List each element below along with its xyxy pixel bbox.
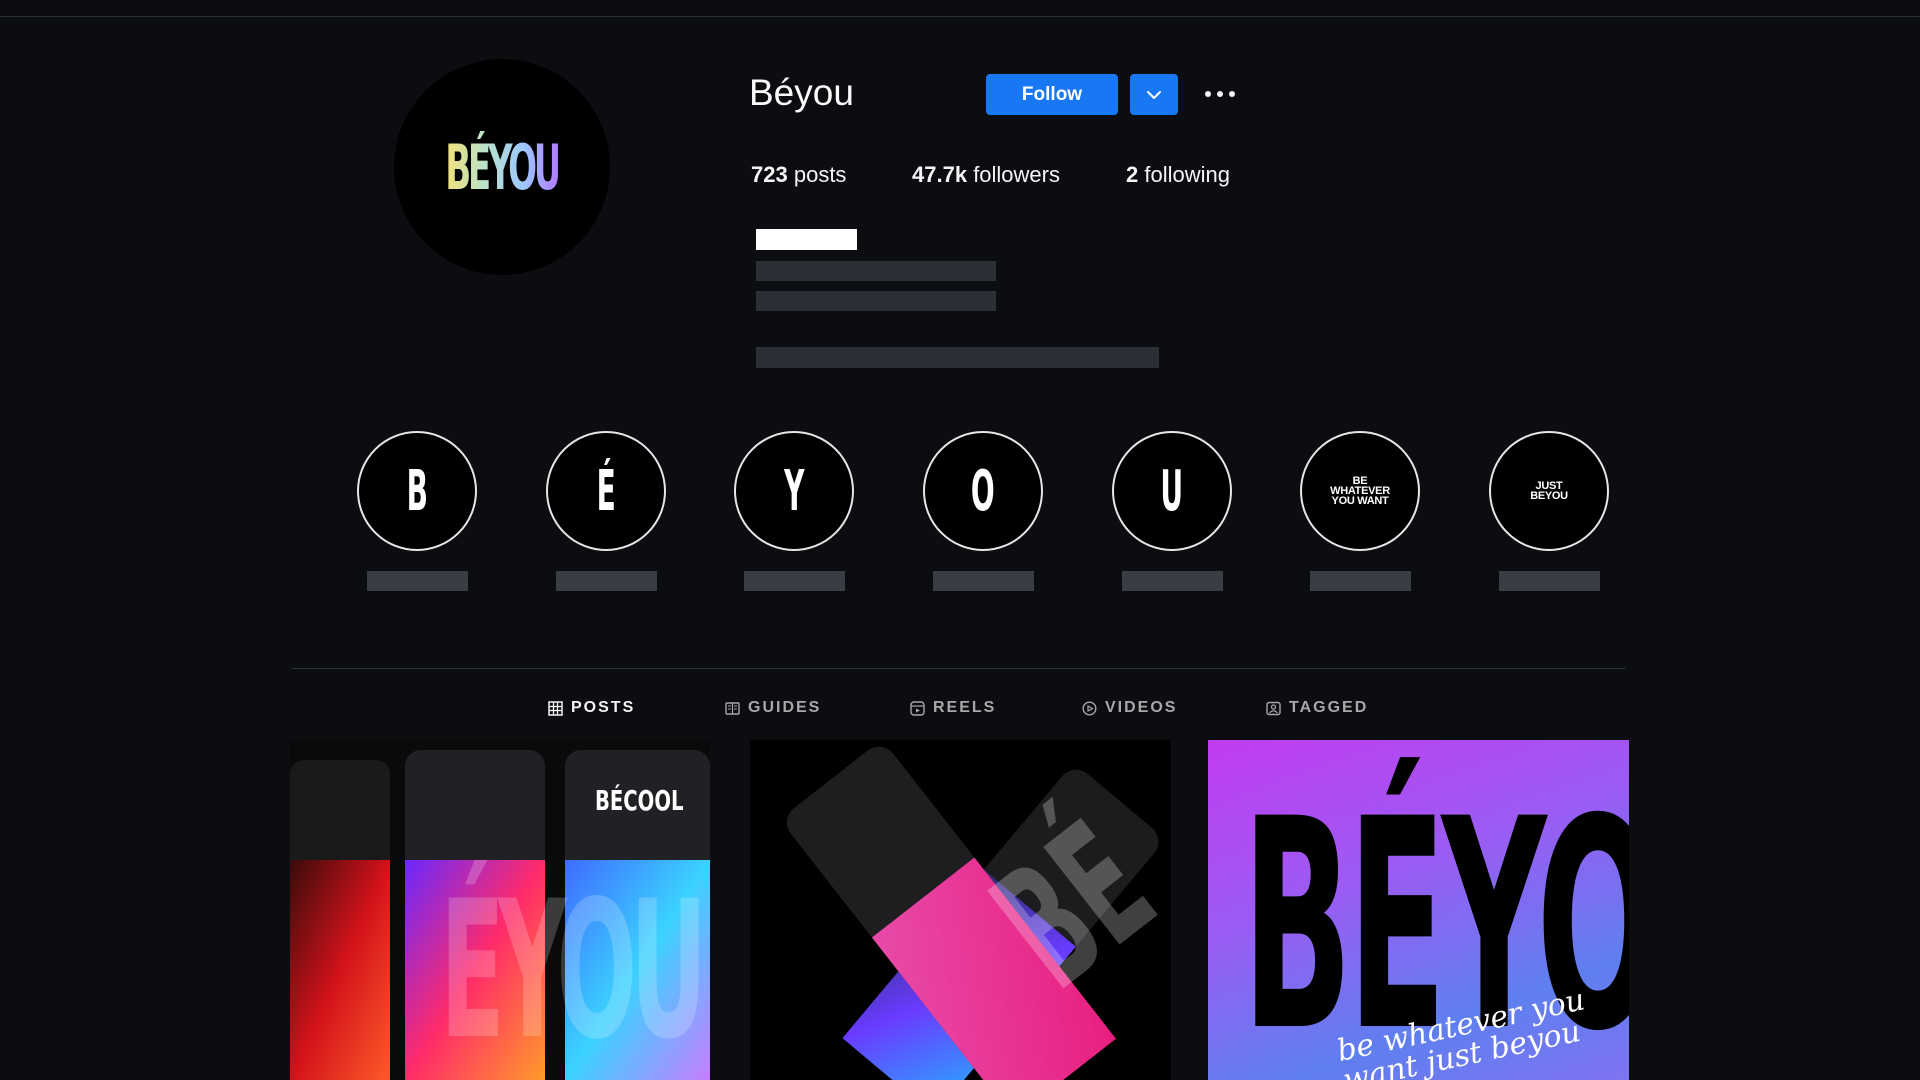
profile-username: Béyou <box>749 72 854 113</box>
highlight-glyph: B <box>406 458 428 524</box>
posts-label: posts <box>793 162 847 187</box>
story-highlight[interactable]: U <box>1112 431 1232 551</box>
tabs-divider <box>292 668 1626 669</box>
posts-count: 723 <box>751 162 788 187</box>
post-thumbnail[interactable]: BÉCOOL ÉYOU <box>290 740 710 1080</box>
stat-followers[interactable]: 47.7k followers <box>912 162 1060 188</box>
tab-label: REELS <box>933 699 997 716</box>
tab-reels[interactable]: REELS <box>910 697 996 719</box>
story-highlight[interactable]: É <box>546 431 666 551</box>
redacted-highlight-label <box>367 571 468 591</box>
suggested-dropdown-button[interactable] <box>1130 74 1178 115</box>
tab-guides[interactable]: GUIDES <box>725 697 821 719</box>
following-count: 2 <box>1126 162 1139 187</box>
more-options-button[interactable] <box>1197 78 1243 110</box>
redacted-bio-line <box>756 261 996 281</box>
tab-videos[interactable]: VIDEOS <box>1082 697 1177 719</box>
more-dots-icon <box>1205 91 1235 97</box>
redacted-bio-line <box>756 291 996 311</box>
post-thumbnail[interactable]: BÉYOU be whatever you want just beyou <box>1208 740 1629 1080</box>
profile-avatar[interactable]: BÉYOU <box>394 59 610 275</box>
following-label: following <box>1144 162 1230 187</box>
guides-icon <box>725 701 740 715</box>
highlight-glyph: BE WHATEVER YOU WANT <box>1330 475 1390 507</box>
redacted-highlight-label <box>556 571 657 591</box>
redacted-highlight-label <box>1310 571 1411 591</box>
story-highlight[interactable]: JUST BEYOU <box>1489 431 1609 551</box>
redacted-highlight-label <box>1122 571 1223 591</box>
post-big-text: ÉYOU <box>440 860 707 1080</box>
redacted-highlight-label <box>933 571 1034 591</box>
tab-label: GUIDES <box>748 699 822 716</box>
redacted-bio-link <box>756 347 1159 368</box>
post-thumbnail[interactable]: BÉ <box>750 740 1171 1080</box>
story-highlight[interactable]: Y <box>734 431 854 551</box>
tab-label: VIDEOS <box>1105 699 1178 716</box>
story-highlight[interactable]: BE WHATEVER YOU WANT <box>1300 431 1420 551</box>
redacted-highlight-label <box>744 571 845 591</box>
play-icon <box>1082 700 1097 716</box>
highlight-glyph: Y <box>783 458 805 524</box>
chevron-down-icon <box>1147 90 1161 99</box>
highlight-glyph: É <box>596 458 616 524</box>
highlight-glyph: JUST BEYOU <box>1530 480 1568 502</box>
grid-icon <box>548 700 563 716</box>
reels-icon <box>910 700 925 716</box>
story-highlight[interactable]: O <box>923 431 1043 551</box>
tab-label: POSTS <box>571 699 636 716</box>
highlight-glyph: O <box>971 458 995 524</box>
followers-label: followers <box>973 162 1060 187</box>
follow-button[interactable]: Follow <box>986 74 1118 115</box>
browser-top-bar <box>0 0 1920 17</box>
story-highlight[interactable]: B <box>357 431 477 551</box>
stat-posts: 723 posts <box>751 162 846 188</box>
avatar-logo: BÉYOU <box>445 130 562 204</box>
svg-text:BÉCOOL: BÉCOOL <box>595 783 683 817</box>
redacted-highlight-label <box>1499 571 1600 591</box>
tab-label: TAGGED <box>1289 699 1369 716</box>
tab-posts[interactable]: POSTS <box>548 697 635 719</box>
highlight-glyph: U <box>1160 458 1184 524</box>
stat-following[interactable]: 2 following <box>1126 162 1230 188</box>
followers-count: 47.7k <box>912 162 968 187</box>
tagged-icon <box>1266 701 1281 715</box>
tab-tagged[interactable]: TAGGED <box>1266 697 1368 719</box>
redacted-full-name <box>756 229 857 250</box>
